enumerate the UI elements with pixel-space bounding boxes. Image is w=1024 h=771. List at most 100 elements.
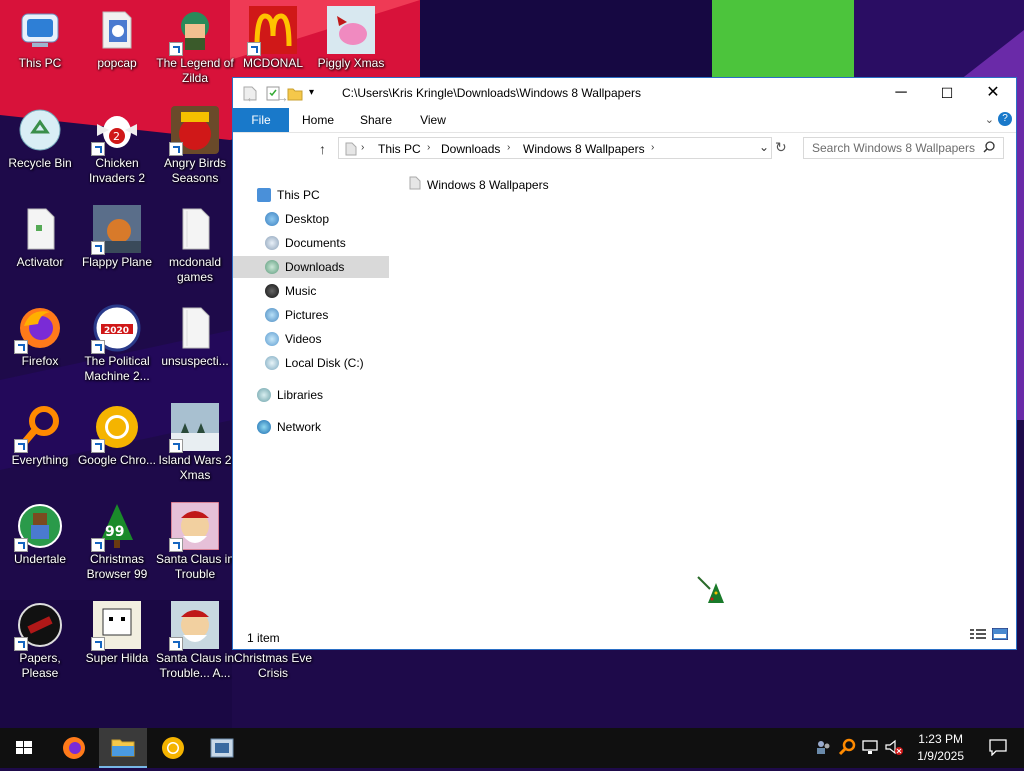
clock-date: 1/9/2025 — [917, 749, 964, 763]
desktop-icon-mcdonald-games[interactable]: mcdonald games — [155, 199, 235, 285]
desktop-icon-label: Christmas Browser 99 — [86, 552, 148, 581]
file-explorer-window[interactable]: ▾ C:\Users\Kris Kringle\Downloads\Window… — [232, 77, 1017, 650]
desktop-icon — [265, 211, 279, 226]
people-icon[interactable] — [814, 738, 832, 759]
help-icon[interactable]: ? — [998, 112, 1012, 126]
desktop-icon-christmas-browser[interactable]: 99 Christmas Browser 99 — [77, 496, 157, 582]
desktop-icon-firefox[interactable]: Firefox — [0, 298, 80, 369]
window-title: C:\Users\Kris Kringle\Downloads\Windows … — [342, 86, 641, 100]
nav-documents[interactable]: Documents — [265, 232, 346, 254]
desktop-icon-label: Santa Claus in Trouble — [155, 552, 235, 581]
desktop-icon-label: Piggly Xmas — [317, 56, 385, 70]
everything-tray-icon[interactable] — [838, 738, 856, 759]
desktop-icon-unsuspecting[interactable]: unsuspecti... — [155, 298, 235, 369]
christmas-tree-cursor-icon — [696, 575, 728, 610]
new-folder-icon[interactable] — [287, 85, 303, 101]
documents-icon — [265, 235, 279, 250]
nav-desktop[interactable]: Desktop — [265, 208, 329, 230]
nav-music[interactable]: Music — [265, 280, 316, 302]
desktop-icon-label: The Political Machine 2... — [84, 354, 150, 383]
address-dropdown-icon[interactable]: ⌄ — [759, 140, 769, 154]
nav-videos[interactable]: Videos — [265, 328, 321, 350]
customize-toolbar-icon[interactable]: ▾ — [309, 85, 314, 101]
search-input[interactable]: Search Windows 8 Wallpapers — [803, 137, 1004, 159]
chevron-right-icon[interactable]: › — [651, 142, 654, 153]
nav-pictures[interactable]: Pictures — [265, 304, 328, 326]
pictures-icon — [265, 307, 279, 322]
desktop-icon-label: mcdonald games — [168, 255, 222, 284]
tab-share[interactable]: Share — [351, 108, 401, 132]
desktop-icon-super-hilda[interactable]: Super Hilda — [77, 595, 157, 666]
desktop-icon-flappy-plane[interactable]: Flappy Plane — [77, 199, 157, 270]
chevron-right-icon[interactable]: › — [507, 142, 510, 153]
desktop-icon-papers-please[interactable]: Papers, Please — [0, 595, 80, 681]
network-tray-icon[interactable] — [861, 738, 881, 759]
desktop-icon-label: Everything — [11, 453, 69, 467]
tab-home[interactable]: Home — [295, 108, 341, 132]
desktop-icon-activator[interactable]: Activator — [0, 199, 80, 270]
desktop-icon-legend-of-zilda[interactable]: The Legend of Zilda — [155, 0, 235, 86]
breadcrumb-downloads[interactable]: Downloads — [441, 142, 500, 156]
nav-local-disk[interactable]: Local Disk (C:) — [265, 352, 364, 374]
desktop-icon-this-pc[interactable]: This PC — [0, 0, 80, 71]
breadcrumb-windows-8-wallpapers[interactable]: Windows 8 Wallpapers — [523, 142, 645, 156]
desktop-icon-undertale[interactable]: Undertale — [0, 496, 80, 567]
chevron-right-icon[interactable]: › — [427, 142, 430, 153]
desktop-icon-google-chrome[interactable]: Google Chro... — [77, 397, 157, 468]
nav-downloads[interactable]: Downloads — [233, 256, 389, 278]
expand-ribbon-icon[interactable]: ⌄ — [985, 113, 994, 126]
disk-icon — [265, 355, 279, 370]
svg-text:2020: 2020 — [104, 326, 129, 336]
desktop-icon-santa-claus-trouble-again[interactable]: Santa Claus in Trouble... A... — [155, 595, 235, 681]
desktop-icon-island-wars[interactable]: Island Wars 2 Xmas — [155, 397, 235, 483]
maximize-button[interactable]: ☐ — [924, 78, 970, 108]
nav-libraries[interactable]: Libraries — [257, 384, 323, 406]
desktop-icon-label: Christmas Eve Crisis — [233, 651, 313, 680]
chrome-icon — [91, 403, 141, 453]
minimize-button[interactable]: ─ — [878, 78, 924, 108]
taskbar-file-explorer[interactable] — [99, 728, 147, 768]
desktop-icon-label: Undertale — [13, 552, 67, 566]
monitor-icon — [16, 6, 64, 54]
back-arrow-icon[interactable]: ← — [245, 89, 259, 105]
taskbar-firefox[interactable] — [50, 728, 98, 768]
desktop-icon-label: Activator — [16, 255, 64, 269]
tab-file[interactable]: File — [233, 108, 289, 132]
desktop-icon-everything[interactable]: Everything — [0, 397, 80, 468]
zilda-icon — [169, 6, 219, 56]
nav-this-pc[interactable]: This PC — [257, 184, 320, 206]
refresh-icon[interactable]: ↻ — [775, 139, 787, 156]
desktop-icon-popcap[interactable]: popcap — [77, 0, 157, 71]
firefox-icon — [14, 304, 64, 354]
desktop-icon-label: Recycle Bin — [8, 156, 72, 170]
desktop-icon-piggly-xmas[interactable]: Piggly Xmas — [311, 0, 391, 71]
recycle-bin-icon — [16, 106, 64, 154]
desktop-icon-mcdonal[interactable]: MCDONAL — [233, 0, 313, 71]
close-button[interactable]: ✕ — [970, 78, 1016, 108]
up-arrow-icon[interactable]: ↑ — [319, 141, 326, 157]
desktop-icon-angry-birds[interactable]: Angry Birds Seasons — [155, 100, 235, 186]
volume-muted-icon[interactable] — [884, 738, 904, 759]
desktop-icon-santa-claus-trouble[interactable]: Santa Claus in Trouble — [155, 496, 235, 582]
search-icon[interactable] — [983, 141, 995, 156]
start-button[interactable] — [0, 728, 48, 768]
desktop-icon-label: Angry Birds Seasons — [163, 156, 227, 185]
taskbar-chrome[interactable] — [149, 728, 197, 768]
super-hilda-icon — [91, 601, 141, 651]
notifications-icon[interactable] — [988, 738, 1008, 759]
taskbar-settings-app[interactable] — [198, 728, 246, 768]
tab-view[interactable]: View — [411, 108, 455, 132]
breadcrumb-this-pc[interactable]: This PC — [378, 142, 421, 156]
forward-arrow-icon[interactable]: → — [275, 89, 289, 105]
desktop-icon-political-machine[interactable]: 2020 The Political Machine 2... — [77, 298, 157, 384]
desktop-icon-recycle-bin[interactable]: Recycle Bin — [0, 100, 80, 171]
title-bar[interactable]: ▾ C:\Users\Kris Kringle\Downloads\Window… — [233, 78, 1016, 108]
list-item[interactable]: Windows 8 Wallpapers — [409, 176, 549, 194]
desktop-icon-label: Papers, Please — [19, 651, 61, 680]
details-view-icon[interactable] — [970, 628, 986, 643]
nav-network[interactable]: Network — [257, 416, 321, 438]
large-icons-view-icon[interactable] — [991, 627, 1009, 643]
file-name: Windows 8 Wallpapers — [427, 178, 549, 192]
desktop-icon-chicken-invaders[interactable]: 2 Chicken Invaders 2 — [77, 100, 157, 186]
taskbar-clock[interactable]: 1:23 PM 1/9/2025 — [917, 731, 964, 765]
